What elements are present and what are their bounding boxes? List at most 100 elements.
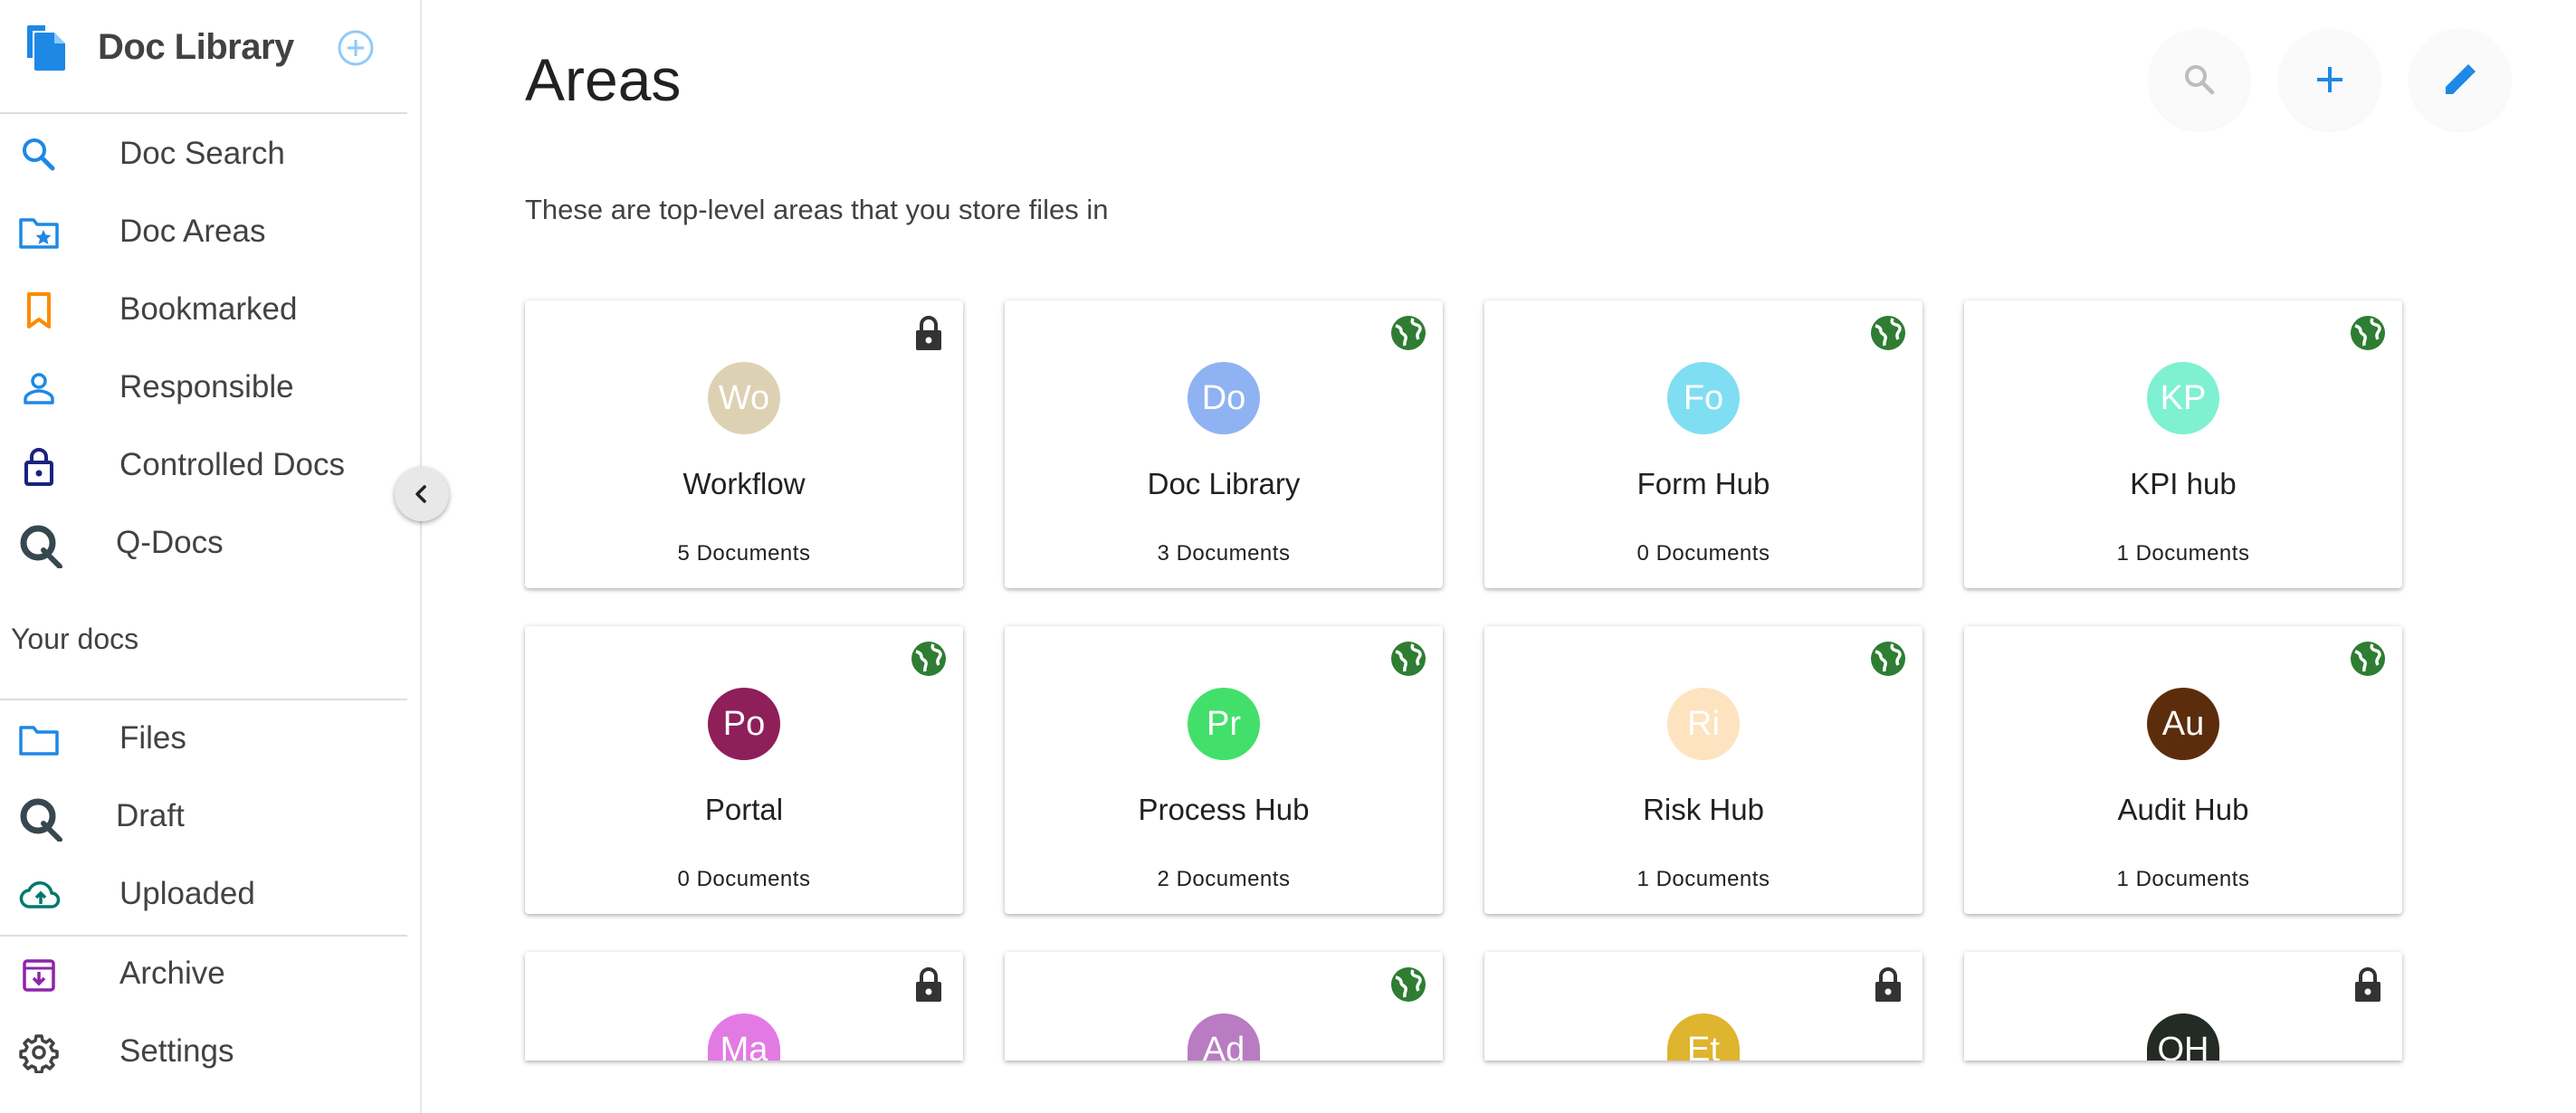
sidebar-item-label: Q-Docs [116, 525, 224, 560]
area-card[interactable]: Fo Form Hub 0 Documents [1484, 300, 1922, 588]
pencil-icon [2446, 64, 2476, 94]
page-subtitle: These are top-level areas that you store… [525, 194, 1109, 225]
bookmark-icon [18, 290, 60, 331]
area-card[interactable]: Ma [525, 952, 963, 1061]
sidebar-item-settings[interactable]: Settings [0, 1013, 407, 1091]
area-avatar: Pr [1188, 688, 1260, 760]
sidebar-item-draft[interactable]: Draft [0, 778, 407, 856]
area-document-count: 0 Documents [677, 867, 811, 891]
gear-icon [18, 1032, 60, 1074]
area-card[interactable]: Ri Risk Hub 1 Documents [1484, 626, 1922, 914]
sidebar-item-label: Responsible [119, 369, 294, 404]
sidebar-item-controlled-docs[interactable]: Controlled Docs [0, 427, 407, 505]
area-name: Audit Hub [2117, 793, 2249, 826]
area-document-count: 0 Documents [1636, 541, 1770, 566]
globe-icon [1388, 965, 1428, 1004]
area-avatar: Fo [1667, 362, 1740, 434]
sidebar-item-label: Archive [119, 956, 225, 991]
area-document-count: 1 Documents [2116, 867, 2250, 891]
area-document-count: 2 Documents [1157, 867, 1291, 891]
sidebar-item-label: Uploaded [119, 876, 255, 911]
sidebar-title: Doc Library [98, 27, 294, 67]
sidebar-header: Doc Library [0, 0, 407, 114]
area-avatar: Au [2147, 688, 2219, 760]
plus-icon [2317, 67, 2342, 92]
sidebar-item-files[interactable]: Files [0, 700, 407, 778]
area-name: Workflow [682, 467, 806, 500]
area-document-count: 3 Documents [1157, 541, 1291, 566]
folder-star-icon [18, 212, 60, 253]
area-avatar: Po [708, 688, 780, 760]
area-name: Process Hub [1138, 793, 1310, 826]
area-document-count: 5 Documents [677, 541, 811, 566]
area-card[interactable]: KP KPI hub 1 Documents [1964, 300, 2402, 588]
sidebar-item-label: Doc Search [119, 136, 285, 171]
area-avatar: Wo [708, 362, 780, 434]
lock-icon [1868, 965, 1908, 1004]
area-avatar: Ri [1667, 688, 1740, 760]
area-avatar: KP [2147, 362, 2219, 434]
globe-icon [2348, 313, 2388, 353]
search-button[interactable] [2149, 29, 2250, 130]
archive-icon [18, 954, 60, 995]
page-title: Areas [525, 46, 682, 113]
main-content: Areas These are top-level areas that you… [424, 0, 2576, 1113]
edit-button[interactable] [2409, 29, 2511, 130]
globe-icon [2348, 639, 2388, 679]
q-logo-icon [18, 796, 62, 842]
sidebar-item-label: Doc Areas [119, 214, 266, 249]
sidebar-item-uploaded[interactable]: Uploaded [0, 856, 407, 934]
area-name: KPI hub [2130, 467, 2237, 500]
area-name: Doc Library [1147, 467, 1301, 500]
area-card[interactable]: Wo Workflow 5 Documents [525, 300, 963, 588]
globe-icon [1868, 313, 1908, 353]
sidebar-item-label: Bookmarked [119, 291, 298, 327]
area-avatar: Ma [708, 1013, 780, 1061]
search-icon [18, 134, 60, 176]
cloud-upload-icon [18, 874, 61, 916]
search-icon [2185, 65, 2215, 95]
sidebar-item-responsible[interactable]: Responsible [0, 349, 407, 427]
area-avatar: Ad [1188, 1013, 1260, 1061]
q-logo-icon [18, 523, 62, 569]
globe-icon [1868, 639, 1908, 679]
sidebar-item-doc-search[interactable]: Doc Search [0, 116, 407, 194]
folder-icon [18, 718, 60, 760]
sidebar-item-label: Controlled Docs [119, 447, 345, 482]
add-area-button[interactable] [2279, 29, 2380, 130]
lock-icon [909, 313, 949, 353]
lock-icon [909, 965, 949, 1004]
area-name: Form Hub [1636, 467, 1770, 500]
globe-icon [909, 639, 949, 679]
area-card[interactable]: Po Portal 0 Documents [525, 626, 963, 914]
person-icon [18, 367, 60, 409]
add-circle-icon[interactable] [337, 29, 375, 67]
area-card[interactable]: OH [1964, 952, 2402, 1061]
sidebar-item-archive[interactable]: Archive [0, 936, 407, 1013]
sidebar-item-q-docs[interactable]: Q-Docs [0, 505, 407, 583]
doc-library-logo-icon [25, 24, 67, 71]
area-document-count: 1 Documents [1636, 867, 1770, 891]
sidebar-item-label: Settings [119, 1033, 234, 1069]
area-card[interactable]: Et [1484, 952, 1922, 1061]
area-avatar: Et [1667, 1013, 1740, 1061]
area-name: Portal [704, 793, 784, 826]
area-document-count: 1 Documents [2116, 541, 2250, 566]
sidebar-item-label: Draft [116, 798, 185, 833]
area-card[interactable]: Pr Process Hub 2 Documents [1005, 626, 1443, 914]
area-card[interactable]: Au Audit Hub 1 Documents [1964, 626, 2402, 914]
area-card[interactable]: Ad [1005, 952, 1443, 1061]
lock-icon [2348, 965, 2388, 1004]
sidebar-item-bookmarked[interactable]: Bookmarked [0, 271, 407, 349]
area-name: Risk Hub [1643, 793, 1764, 826]
sidebar-item-label: Files [119, 720, 186, 756]
sidebar-item-doc-areas[interactable]: Doc Areas [0, 194, 407, 271]
area-avatar: Do [1188, 362, 1260, 434]
sidebar: Doc Library Doc Search Doc Areas Bookmar… [0, 0, 449, 1113]
globe-icon [1388, 639, 1428, 679]
section-label-your-docs: Your docs [11, 623, 139, 655]
area-avatar: OH [2147, 1013, 2219, 1061]
globe-icon [1388, 313, 1428, 353]
area-card[interactable]: Do Doc Library 3 Documents [1005, 300, 1443, 588]
lock-icon [18, 445, 60, 487]
